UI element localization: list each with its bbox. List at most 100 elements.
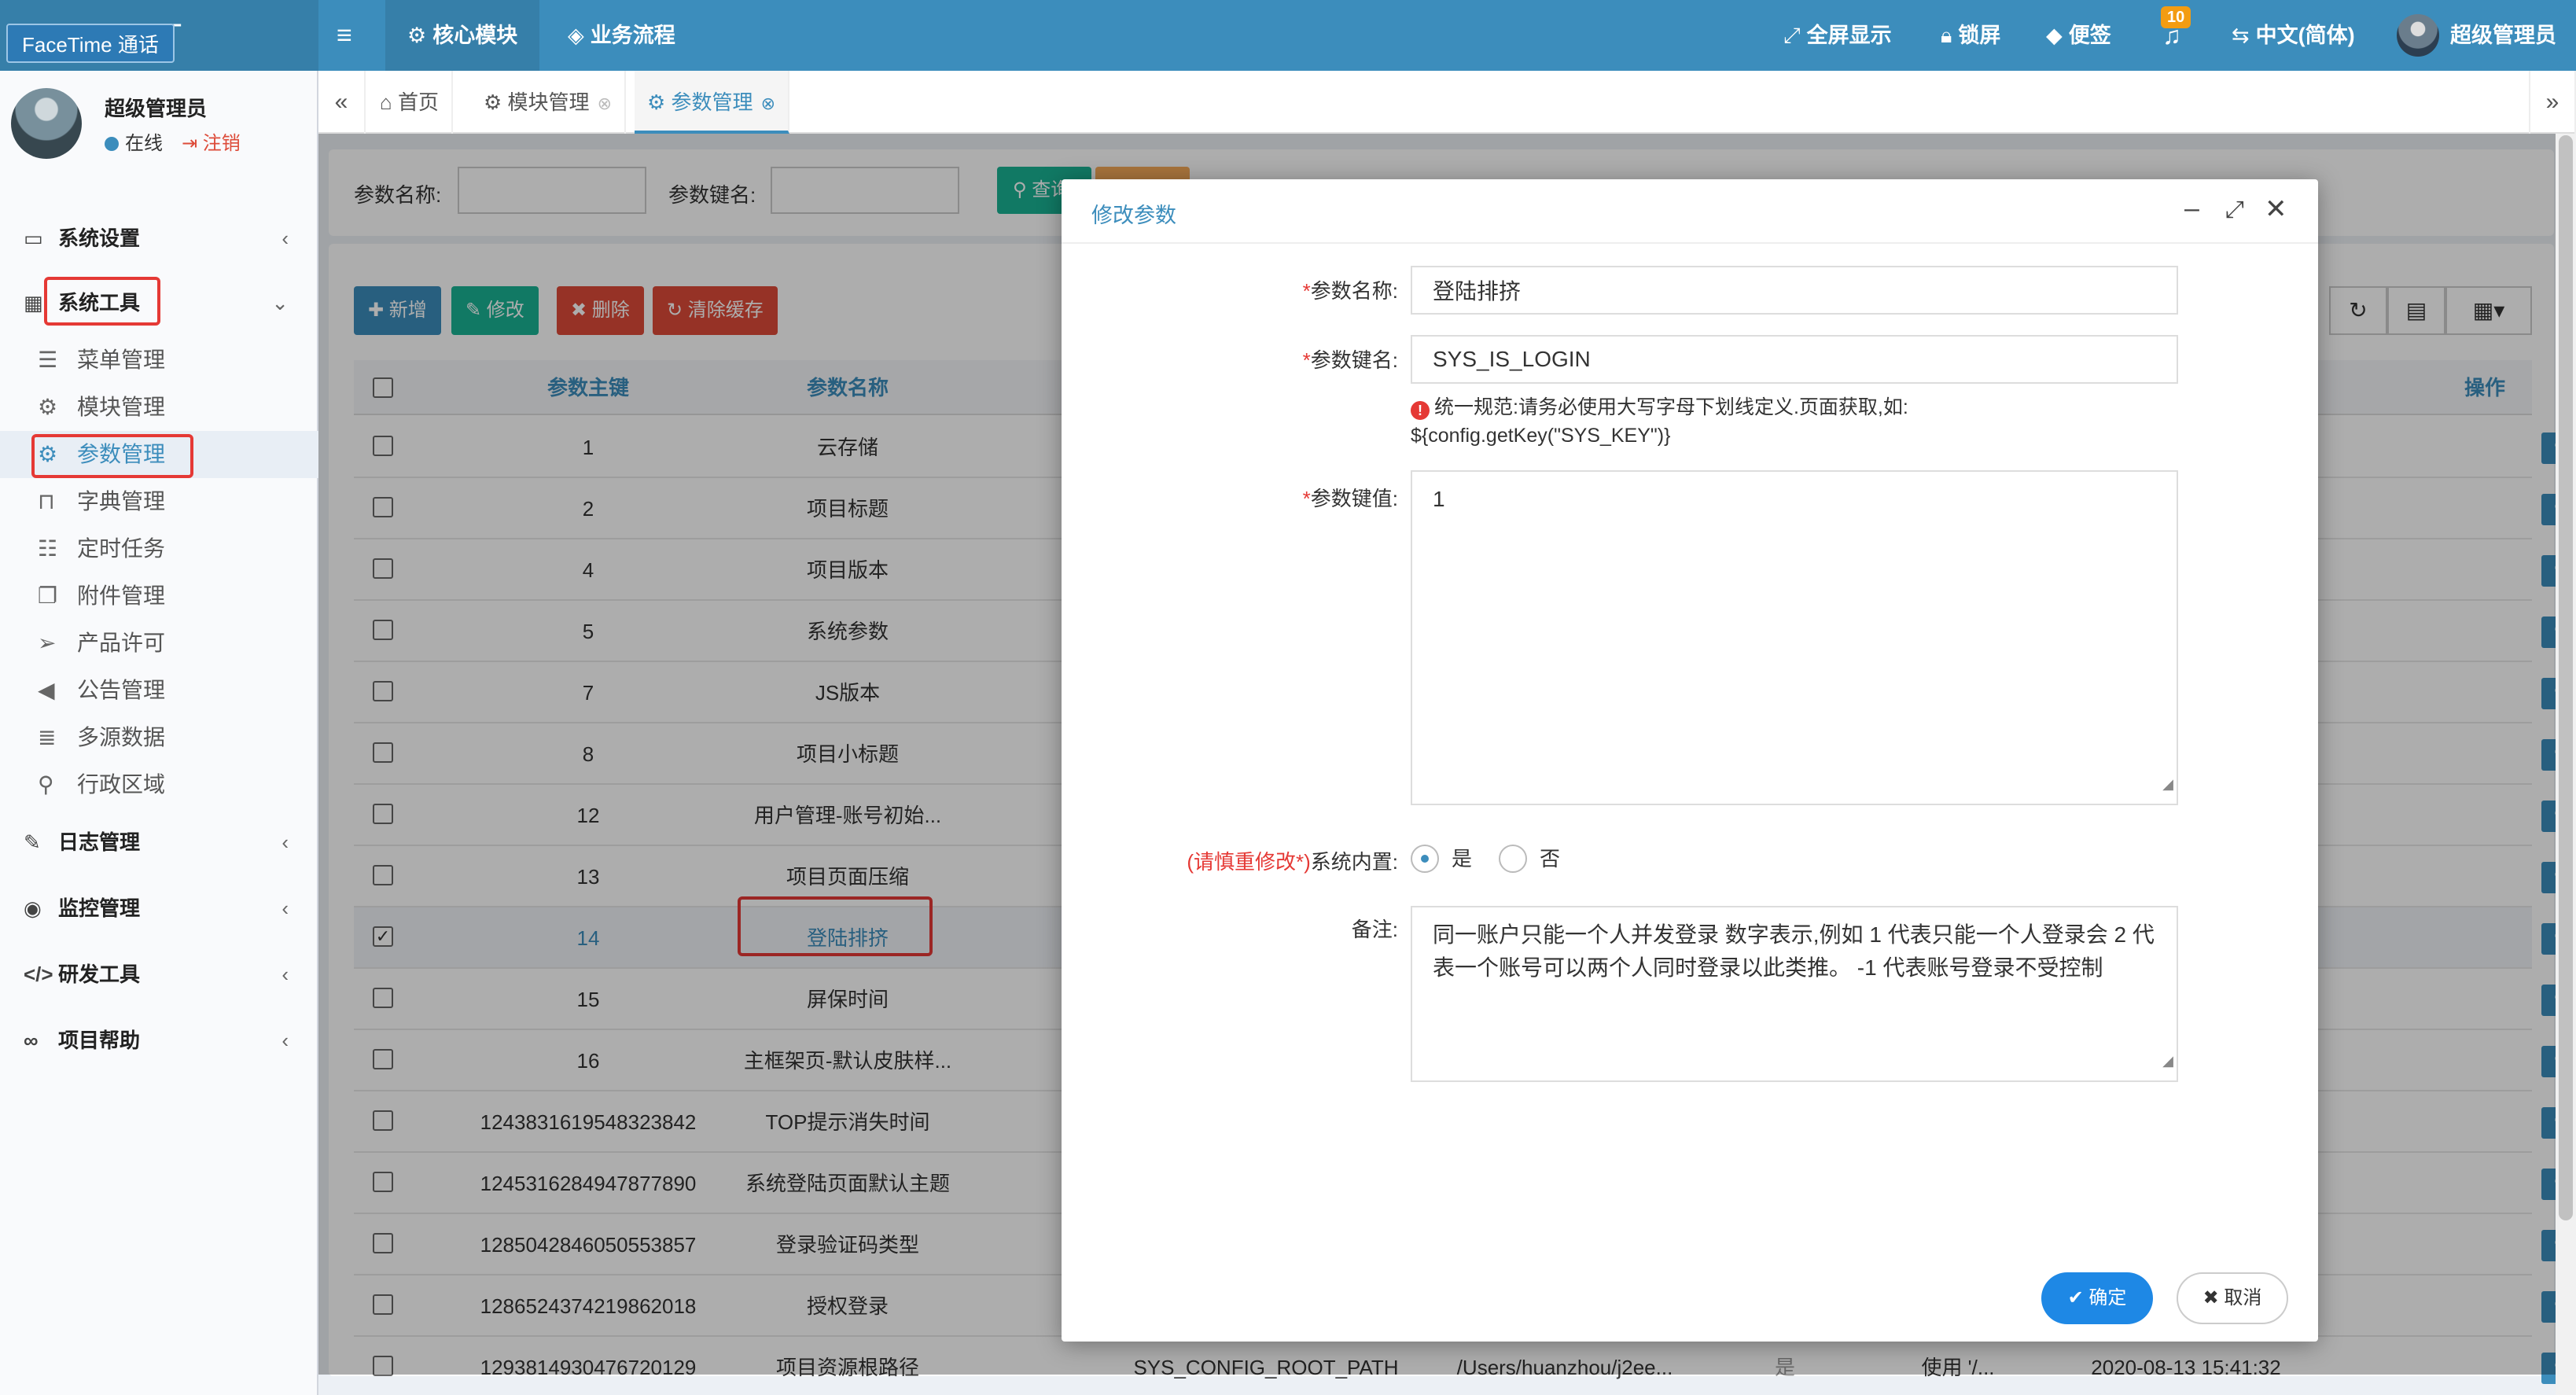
link-icon: ∞ — [24, 1029, 39, 1052]
warning-icon: ! — [1411, 401, 1430, 420]
tag-icon: ◆ — [2046, 24, 2063, 47]
cogs-icon: ⚙ — [38, 395, 58, 419]
tabs-scroll-right-icon[interactable]: » — [2529, 71, 2576, 134]
builtin-yes-label[interactable]: 是 — [1452, 845, 1472, 873]
nav-business-flow[interactable]: ◈ 业务流程 — [568, 0, 675, 71]
code-icon: </> — [24, 963, 53, 986]
param-value-textarea[interactable]: 1 ◢ — [1411, 470, 2178, 805]
database-icon: ≣ — [38, 725, 57, 749]
bullhorn-icon: ◀ — [38, 678, 55, 702]
menu-dev-tools[interactable]: </> 研发工具 ‹ — [0, 947, 318, 1002]
top-navbar: ST ≡ ⚙核心模块 ◈业务流程 ⤢全屏显示 🔒︎锁屏 ◆便签 ♫ 10 ⇆中文… — [0, 0, 2576, 71]
param-name-label: *参数名称: — [1302, 279, 1398, 303]
chevron-left-icon: ‹ — [282, 830, 289, 854]
close-icon[interactable]: ✕ — [2265, 193, 2287, 225]
builtin-no-label[interactable]: 否 — [1540, 845, 1560, 873]
gear-icon: ⚙ — [647, 90, 672, 114]
menu-log-mgmt[interactable]: ✎ 日志管理 ‹ — [0, 815, 318, 870]
tab-param-mgmt[interactable]: ⚙ 参数管理 ⊗ — [635, 71, 789, 134]
tab-module-mgmt[interactable]: ⚙ 模块管理 ⊗ — [471, 71, 626, 134]
menu-system-settings[interactable]: ▭ 系统设置 ‹ — [0, 211, 318, 266]
resize-handle-icon[interactable]: ◢ — [2162, 767, 2173, 801]
chevron-left-icon: ‹ — [282, 896, 289, 920]
dialog-header: 修改参数 – ⤢ ✕ — [1062, 179, 2318, 244]
edit-icon: ✎ — [24, 830, 41, 854]
user-status: 在线 ⇥ 注销 — [105, 127, 241, 155]
maximize-icon[interactable]: ⤢ — [2225, 197, 2244, 223]
monitor-icon: ▭ — [24, 226, 43, 250]
notification-count-badge: 10 — [2161, 6, 2191, 28]
list-icon: ☰ — [38, 348, 58, 372]
tabs-scroll-left-icon[interactable]: « — [318, 71, 366, 134]
cogs-icon: ⚙ — [484, 90, 508, 114]
user-name: 超级管理员 — [105, 97, 208, 120]
expand-icon: ⤢ — [1783, 24, 1801, 47]
sidebar-toggle-icon[interactable]: ≡ — [337, 0, 352, 71]
facetime-badge: FaceTime 通话 — [6, 24, 175, 63]
home-icon: ⌂ — [380, 90, 398, 114]
tab-close-icon[interactable]: ⊗ — [761, 94, 775, 113]
close-icon: ✖ — [2202, 1287, 2225, 1309]
remark-label: 备注: — [1351, 918, 1398, 941]
menu-monitor-mgmt[interactable]: ◉ 监控管理 ‹ — [0, 881, 318, 936]
tab-close-icon[interactable]: ⊗ — [598, 94, 612, 113]
edit-param-dialog: 修改参数 – ⤢ ✕ *参数名称: *参数键名: !统一规范:请务必使用大写字母… — [1062, 179, 2318, 1342]
notes-button[interactable]: ◆ 便签 — [2046, 0, 2111, 71]
param-value-label: *参数键值: — [1302, 487, 1398, 510]
sidebar-item-datasources[interactable]: ≣ 多源数据 — [0, 714, 318, 761]
check-icon: ✔ — [2067, 1287, 2089, 1309]
lock-icon: 🔒︎ — [1941, 24, 1952, 47]
param-key-label: *参数键名: — [1302, 348, 1398, 372]
sidebar-item-dict-mgmt[interactable]: ⊓ 字典管理 — [0, 478, 318, 525]
param-key-field[interactable] — [1411, 335, 2178, 384]
remark-textarea[interactable]: 同一账户只能一个人并发登录 数字表示,例如 1 代表只能一个人登录会 2 代表一… — [1411, 906, 2178, 1082]
language-switch[interactable]: ⇆ 中文(简体) — [2232, 0, 2355, 71]
sidebar-item-attachments[interactable]: ❐ 附件管理 — [0, 572, 318, 620]
sidebar-item-scheduled-tasks[interactable]: ☷ 定时任务 — [0, 525, 318, 572]
sidebar-item-menu-mgmt[interactable]: ☰ 菜单管理 — [0, 337, 318, 384]
highlight-system-tools — [44, 277, 160, 326]
gear-icon: ⚙ — [407, 24, 427, 47]
chevron-down-icon: ⌄ — [271, 291, 289, 315]
online-dot-icon — [105, 137, 119, 151]
param-key-hint: ! 统一规范:请务必使用大写字母下划线定义.页面获取,如: ${config.get… — [1411, 396, 1908, 447]
sidebar-item-notices[interactable]: ◀ 公告管理 — [0, 667, 318, 714]
logout-label: 注销 — [202, 133, 241, 154]
resize-handle-icon[interactable]: ◢ — [2162, 1044, 2173, 1077]
avatar — [11, 88, 82, 159]
nav-core-module[interactable]: ⚙ 核心模块 — [385, 0, 540, 71]
minimize-icon[interactable]: – — [2184, 193, 2199, 224]
user-avatar-small[interactable] — [2397, 14, 2439, 57]
param-name-field[interactable] — [1411, 266, 2178, 315]
logout-link[interactable]: ⇥ 注销 — [182, 133, 241, 154]
user-panel: 超级管理员 在线 ⇥ 注销 — [0, 71, 318, 189]
cancel-button[interactable]: ✖ 取消 — [2177, 1272, 2288, 1324]
user-menu[interactable]: 超级管理员 — [2450, 0, 2556, 71]
map-marker-icon: ⚲ — [38, 772, 54, 797]
paper-plane-icon: ➢ — [38, 631, 57, 655]
copy-icon: ❐ — [38, 583, 58, 608]
page-scrollbar-thumb[interactable] — [2559, 135, 2573, 1220]
chevron-left-icon: ‹ — [282, 226, 289, 250]
dialog-title: 修改参数 — [1091, 204, 1176, 227]
sidebar-item-regions[interactable]: ⚲ 行政区域 — [0, 761, 318, 808]
menu-project-help[interactable]: ∞ 项目帮助 ‹ — [0, 1013, 318, 1068]
fullscreen-button[interactable]: ⤢ 全屏显示 — [1783, 0, 1892, 71]
bookmark-icon: ⊓ — [38, 489, 55, 513]
flow-icon: ◈ — [568, 24, 584, 47]
builtin-no-radio[interactable] — [1499, 845, 1527, 873]
highlight-param-mgmt — [31, 434, 193, 478]
chevron-left-icon: ‹ — [282, 1029, 289, 1052]
sidebar-item-module-mgmt[interactable]: ⚙ 模块管理 — [0, 384, 318, 431]
confirm-button[interactable]: ✔ 确定 — [2041, 1272, 2153, 1324]
translate-icon: ⇆ — [2232, 24, 2250, 47]
builtin-label: (请慎重修改*)系统内置: — [1187, 850, 1398, 874]
page-tabs-bar: « ⌂ 首页 ⚙ 模块管理 ⊗ ⚙ 参数管理 ⊗ » — [318, 71, 2576, 134]
builtin-yes-radio[interactable] — [1411, 845, 1439, 873]
chevron-left-icon: ‹ — [282, 963, 289, 986]
tab-home[interactable]: ⌂ 首页 — [367, 71, 453, 134]
eye-icon: ◉ — [24, 896, 42, 920]
sidebar-item-license[interactable]: ➢ 产品许可 — [0, 620, 318, 667]
sidebar: 超级管理员 在线 ⇥ 注销 ▭ 系统设置 ‹ ▦ 系统工具 ⌄ ☰ 菜单管理 ⚙ 模块管理 ⚙… — [0, 71, 318, 1395]
lock-screen-button[interactable]: 🔒︎ 锁屏 — [1941, 0, 2000, 71]
